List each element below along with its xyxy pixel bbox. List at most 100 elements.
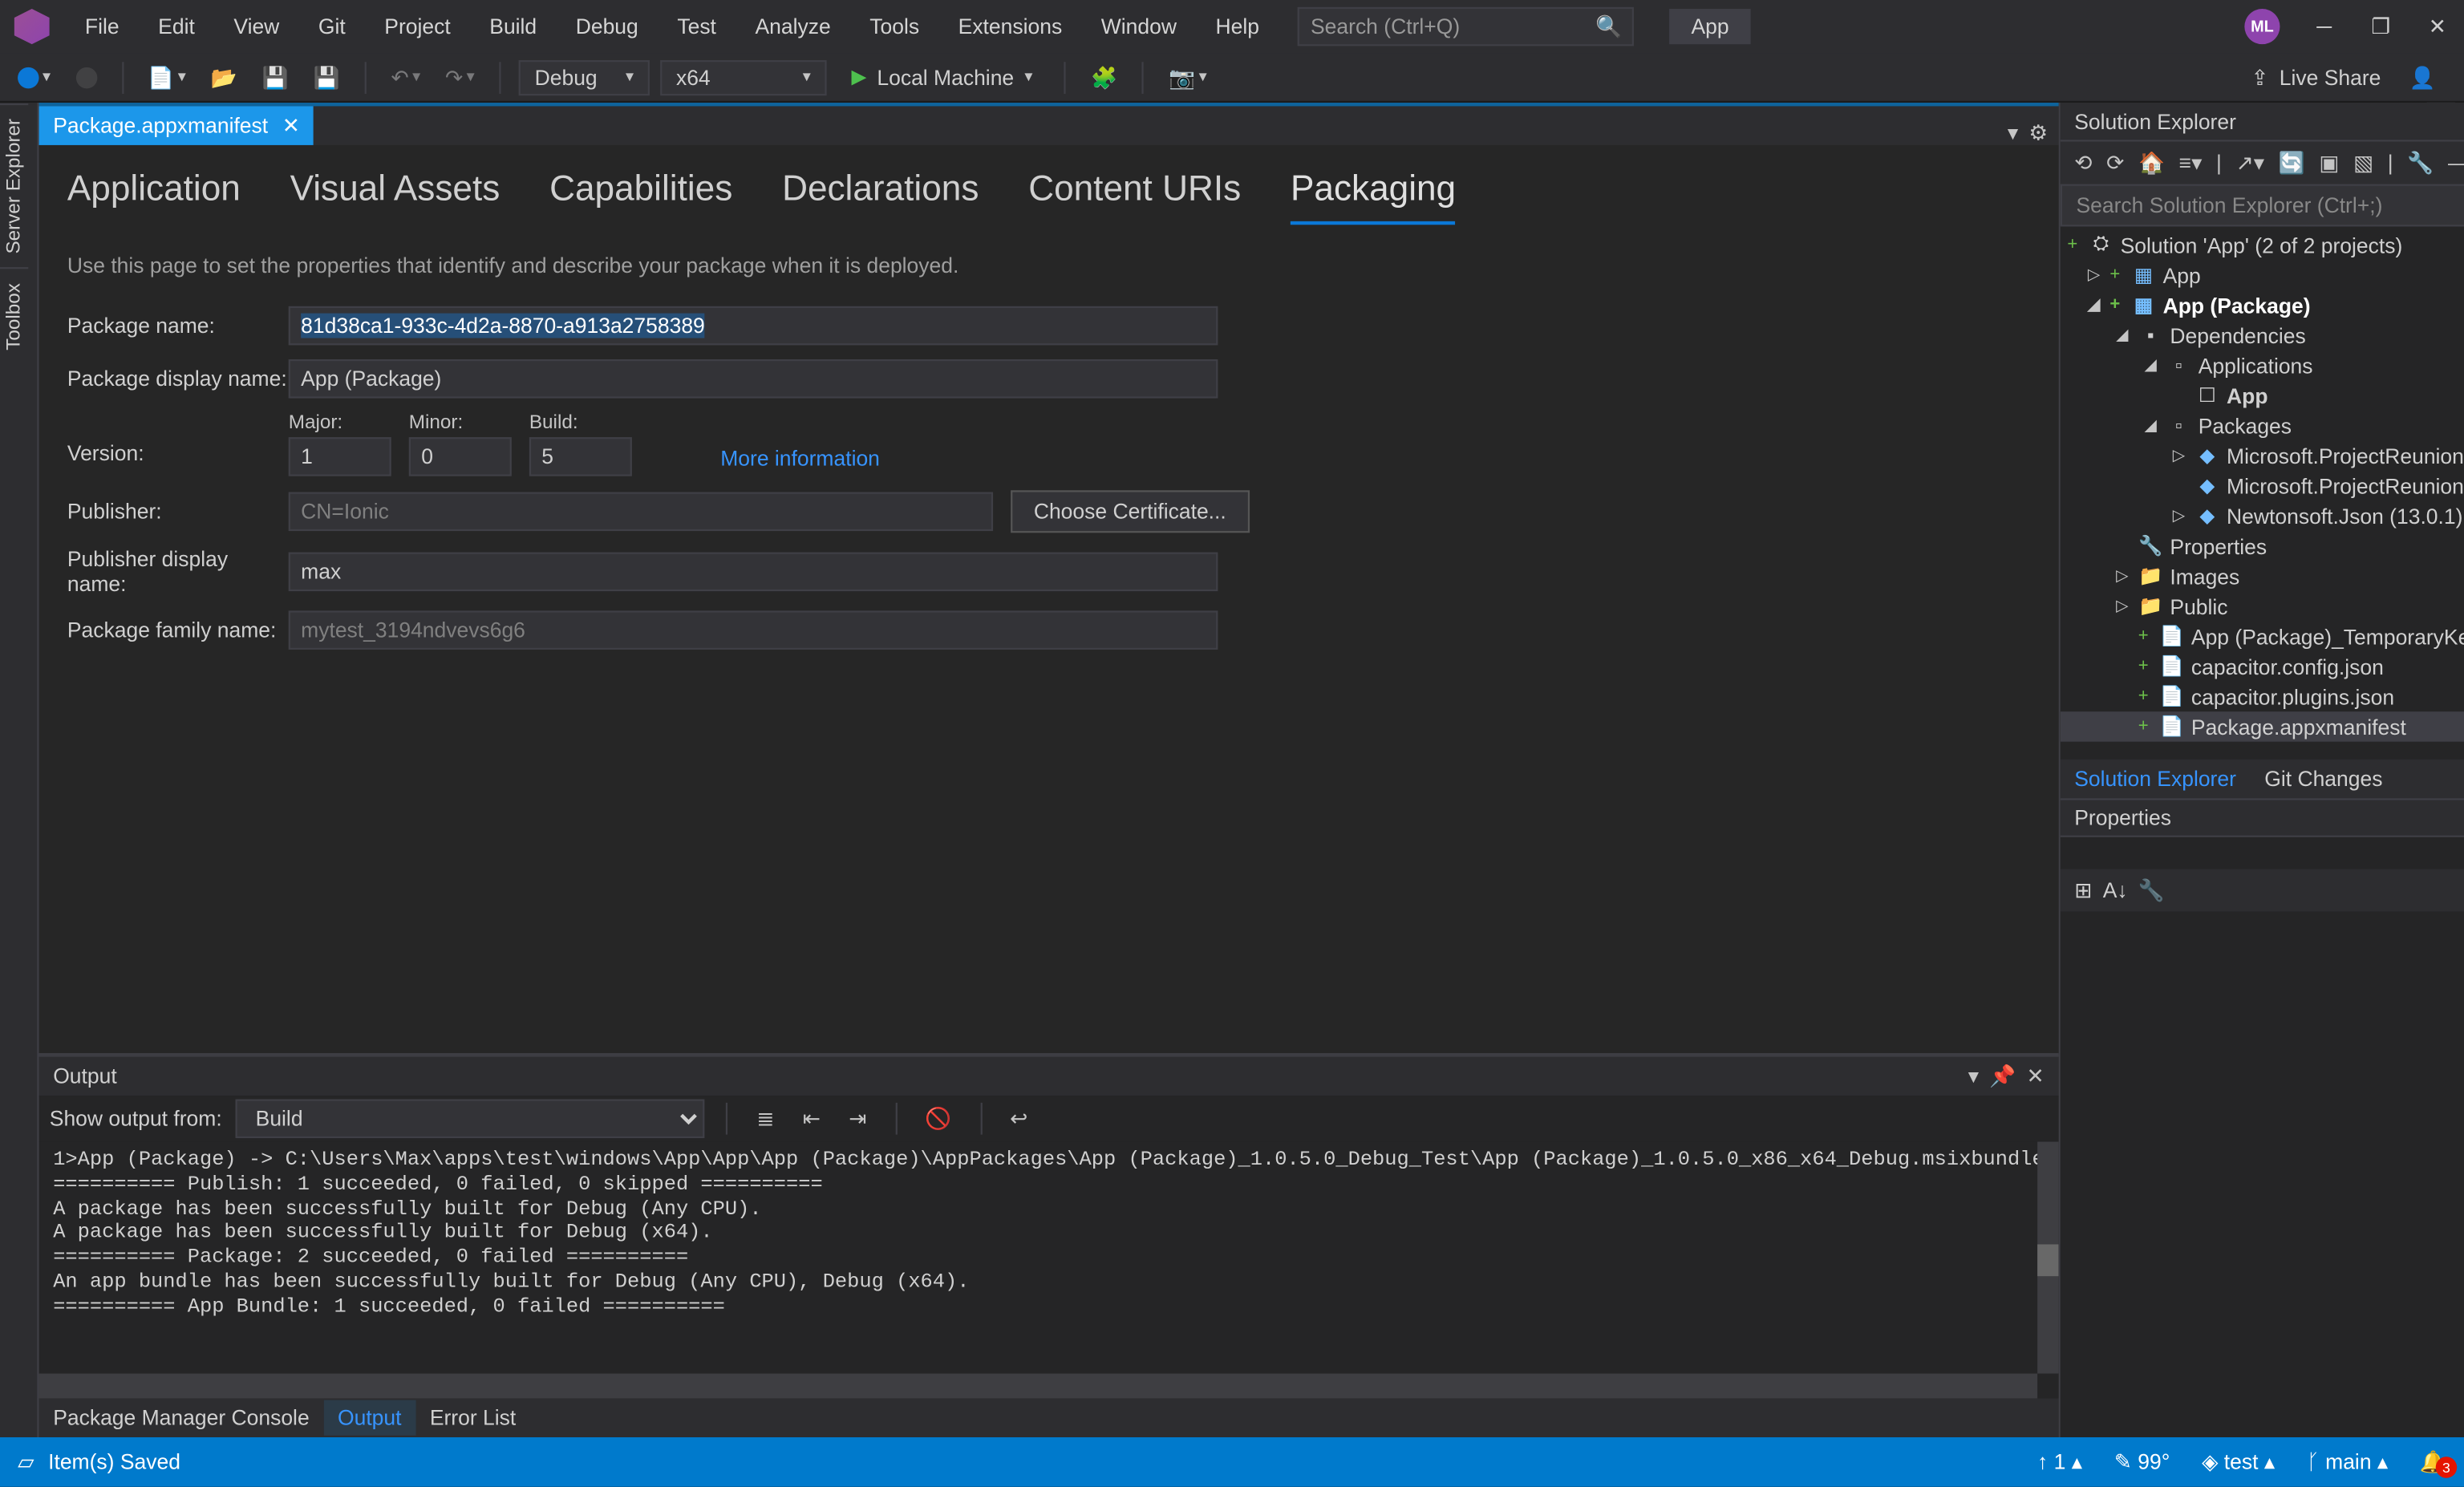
- window-minimize[interactable]: ─: [2312, 14, 2336, 39]
- new-item-button[interactable]: 📄▾: [141, 61, 193, 93]
- user-avatar[interactable]: ML: [2244, 9, 2280, 44]
- se-showall-icon[interactable]: ▧: [2353, 151, 2373, 176]
- solution-tree[interactable]: +⛭Solution 'App' (2 of 2 projects) ▷+▦Ap…: [2061, 226, 2464, 759]
- se-refresh-icon[interactable]: 🔄: [2279, 151, 2305, 176]
- close-tab-icon[interactable]: ✕: [282, 113, 300, 138]
- account-icon: 👤: [2409, 65, 2436, 90]
- tab-dropdown-icon[interactable]: ▾: [2008, 120, 2018, 145]
- config-dropdown[interactable]: Debug▾: [519, 59, 650, 95]
- output-toggle-wrap[interactable]: ↩: [1003, 1103, 1035, 1135]
- live-share-button[interactable]: ⇪ Live Share 👤: [2233, 65, 2454, 90]
- run-button[interactable]: ▶Local Machine▾: [837, 61, 1047, 93]
- se-tab-solution-explorer[interactable]: Solution Explorer: [2061, 761, 2251, 796]
- rail-toolbox[interactable]: Toolbox: [0, 268, 28, 365]
- se-home-icon[interactable]: 🏠: [2138, 151, 2165, 176]
- output-tool-2[interactable]: ⇤: [796, 1103, 828, 1135]
- status-bar: ▱ Item(s) Saved ↑ 1 ▴ ✎ 99° ◈ test ▴ ᚴ m…: [0, 1437, 2464, 1487]
- tab-error-list[interactable]: Error List: [415, 1400, 530, 1436]
- label-version: Version:: [67, 412, 289, 465]
- menu-help[interactable]: Help: [1198, 7, 1277, 47]
- menu-tools[interactable]: Tools: [852, 7, 937, 47]
- mtab-application[interactable]: Application: [67, 170, 241, 225]
- se-tab-git-changes[interactable]: Git Changes: [2251, 761, 2397, 796]
- menu-build[interactable]: Build: [472, 7, 554, 47]
- forward-button[interactable]: [68, 63, 103, 91]
- label-publisher-display-name: Publisher display name:: [67, 547, 289, 597]
- output-clear-button[interactable]: 🚫: [918, 1103, 958, 1135]
- input-publisher-display-name[interactable]: max: [289, 553, 1218, 592]
- manifest-editor: Application Visual Assets Capabilities D…: [39, 145, 2059, 1055]
- mtab-capabilities[interactable]: Capabilities: [549, 170, 732, 225]
- menu-analyze[interactable]: Analyze: [737, 7, 848, 47]
- output-vscroll-thumb[interactable]: [2037, 1244, 2058, 1276]
- panel-pin-icon[interactable]: 📌: [1989, 1064, 2016, 1088]
- show-output-from-select[interactable]: Build: [236, 1099, 705, 1138]
- status-repo[interactable]: ◈ test ▴: [2202, 1449, 2275, 1474]
- props-categorized-icon[interactable]: ⊞: [2074, 878, 2092, 903]
- back-button[interactable]: ▾: [10, 63, 58, 91]
- se-switch-views-icon[interactable]: ≡▾: [2179, 151, 2203, 176]
- open-button[interactable]: 📂: [204, 61, 245, 93]
- se-fwd-icon[interactable]: ⟳: [2106, 151, 2124, 176]
- se-search-box[interactable]: Search Solution Explorer (Ctrl+;) 🔍▾: [2061, 184, 2464, 227]
- label-package-family-name: Package family name:: [67, 618, 289, 642]
- save-button[interactable]: 💾: [255, 61, 296, 93]
- undo-button[interactable]: ↶▾: [384, 61, 428, 93]
- rail-server-explorer[interactable]: Server Explorer: [0, 103, 28, 268]
- menu-view[interactable]: View: [216, 7, 297, 47]
- menu-extensions[interactable]: Extensions: [941, 7, 1080, 47]
- input-minor[interactable]: [409, 437, 512, 476]
- choose-certificate-button[interactable]: Choose Certificate...: [1011, 490, 1249, 533]
- save-all-button[interactable]: 💾: [306, 61, 347, 93]
- tab-output[interactable]: Output: [323, 1400, 415, 1436]
- se-back-icon[interactable]: ⟲: [2074, 151, 2092, 176]
- nuget-icon: ◆: [2194, 473, 2219, 498]
- status-branch[interactable]: ᚴ main ▴: [2307, 1449, 2388, 1474]
- mtab-declarations[interactable]: Declarations: [782, 170, 979, 225]
- properties-title: Properties: [2074, 805, 2171, 830]
- se-collapse-icon[interactable]: ▣: [2319, 151, 2339, 176]
- panel-close-icon[interactable]: ✕: [2027, 1064, 2045, 1088]
- input-package-display-name[interactable]: App (Package): [289, 359, 1218, 399]
- toolbar-extra-1[interactable]: 🧩: [1084, 61, 1125, 93]
- props-wrench-icon[interactable]: 🔧: [2138, 878, 2165, 903]
- menu-window[interactable]: Window: [1084, 7, 1194, 47]
- menu-edit[interactable]: Edit: [140, 7, 213, 47]
- input-package-name[interactable]: 81d38ca1-933c-4d2a-8870-a913a2758389: [289, 306, 1218, 346]
- output-tool-1[interactable]: ≣: [749, 1103, 781, 1135]
- window-restore[interactable]: ❐: [2369, 14, 2393, 39]
- app-selector-chip[interactable]: App: [1670, 9, 1750, 44]
- panel-dropdown-icon[interactable]: ▾: [1968, 1064, 1979, 1088]
- platform-dropdown[interactable]: x64▾: [660, 59, 826, 95]
- output-tool-3[interactable]: ⇥: [841, 1103, 873, 1135]
- deps-icon: ▪: [2138, 323, 2163, 348]
- se-properties-icon[interactable]: 🔧: [2407, 151, 2434, 176]
- redo-button[interactable]: ↷▾: [438, 61, 481, 93]
- more-information-link[interactable]: More information: [720, 446, 880, 476]
- nuget-icon: ◆: [2194, 504, 2219, 529]
- mtab-packaging[interactable]: Packaging: [1291, 170, 1456, 225]
- mtab-content-uris[interactable]: Content URIs: [1028, 170, 1241, 225]
- menu-project[interactable]: Project: [367, 7, 468, 47]
- input-major[interactable]: [289, 437, 391, 476]
- editor-tab-manifest[interactable]: Package.appxmanifest ✕: [39, 106, 314, 145]
- csproj-icon: ▦: [2131, 263, 2156, 288]
- menu-git[interactable]: Git: [301, 7, 363, 47]
- mtab-visual-assets[interactable]: Visual Assets: [290, 170, 500, 225]
- output-hscrollbar[interactable]: [39, 1374, 2037, 1399]
- input-build[interactable]: [529, 437, 632, 476]
- menu-debug[interactable]: Debug: [558, 7, 656, 47]
- menu-test[interactable]: Test: [659, 7, 734, 47]
- tab-settings-icon[interactable]: ⚙: [2028, 120, 2048, 145]
- tab-pmc[interactable]: Package Manager Console: [39, 1400, 324, 1436]
- window-close[interactable]: ✕: [2425, 14, 2450, 39]
- search-box[interactable]: Search (Ctrl+Q) 🔍: [1299, 7, 1635, 47]
- status-push[interactable]: ↑ 1 ▴: [2037, 1449, 2082, 1474]
- se-preview-icon[interactable]: —: [2448, 151, 2464, 176]
- se-sync-icon[interactable]: ↗▾: [2236, 151, 2264, 176]
- toolbar-extra-2[interactable]: 📷▾: [1161, 61, 1214, 93]
- status-notifications[interactable]: 🔔3: [2420, 1449, 2446, 1474]
- menu-file[interactable]: File: [67, 7, 137, 47]
- status-pencil[interactable]: ✎ 99°: [2114, 1449, 2170, 1474]
- props-alpha-icon[interactable]: A↓: [2103, 878, 2128, 903]
